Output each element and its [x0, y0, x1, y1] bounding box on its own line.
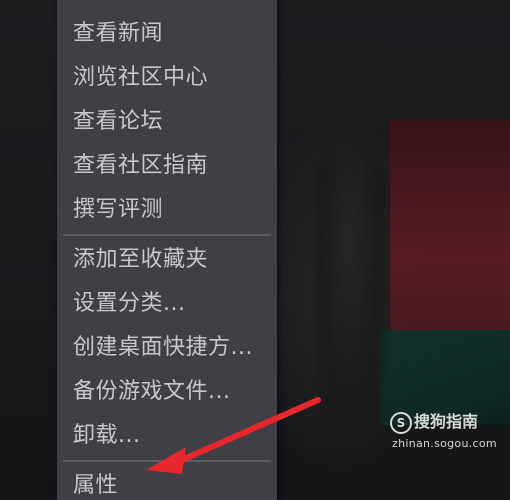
- menu-separator: [63, 234, 271, 236]
- watermark-title: 搜狗指南: [414, 412, 479, 431]
- sogou-watermark: S 搜狗指南 zhinan.sogou.com: [390, 410, 497, 460]
- background-figure: [315, 150, 385, 440]
- watermark-url: zhinan.sogou.com: [392, 437, 497, 450]
- menu-item-community-hub[interactable]: 浏览社区中心: [73, 58, 267, 98]
- context-menu: 查看新闻 浏览社区中心 查看论坛 查看社区指南 撰写评测 添加至收藏夹 设置分类…: [57, 0, 277, 500]
- menu-item-uninstall[interactable]: 卸载...: [73, 416, 267, 456]
- menu-separator: [63, 460, 271, 462]
- menu-item-properties[interactable]: 属性: [73, 466, 267, 500]
- menu-item-backup-files[interactable]: 备份游戏文件...: [73, 372, 267, 412]
- menu-item-set-category[interactable]: 设置分类...: [73, 284, 267, 324]
- menu-item-view-forums[interactable]: 查看论坛: [73, 102, 267, 142]
- menu-item-write-review[interactable]: 撰写评测: [73, 190, 267, 230]
- menu-item-view-news[interactable]: 查看新闻: [73, 14, 267, 54]
- sogou-s-icon: S: [390, 412, 412, 434]
- menu-item-create-shortcut[interactable]: 创建桌面快捷方...: [73, 328, 267, 368]
- menu-item-add-favorites[interactable]: 添加至收藏夹: [73, 240, 267, 280]
- menu-item-community-guides[interactable]: 查看社区指南: [73, 146, 267, 186]
